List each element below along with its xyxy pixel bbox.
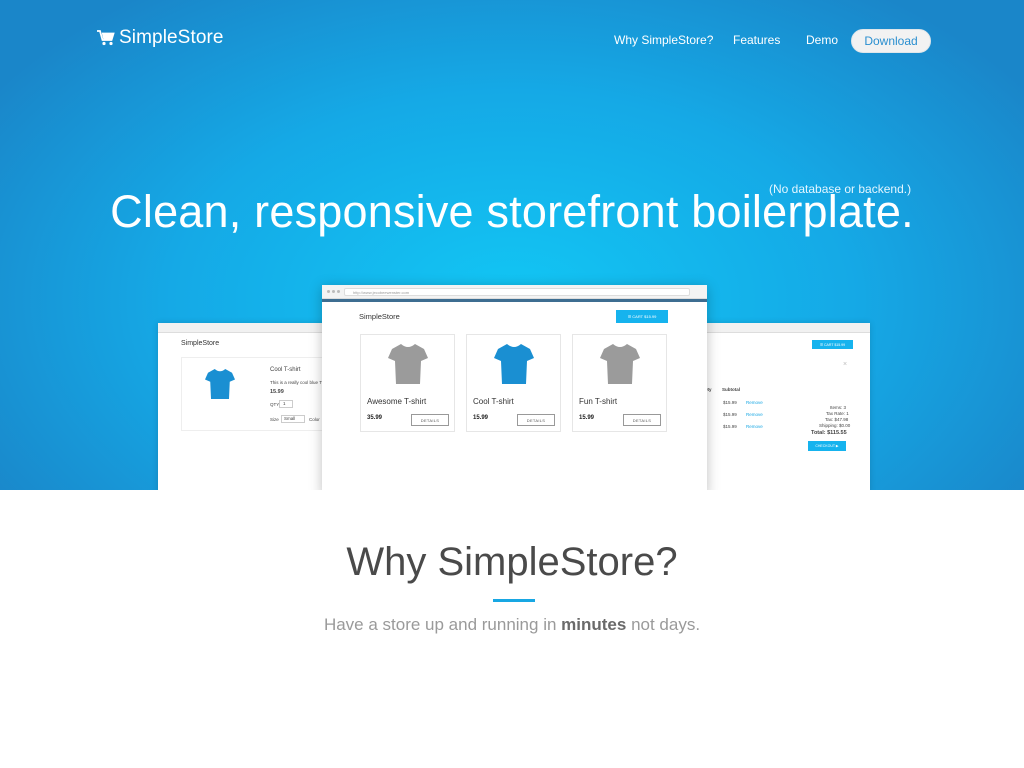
cart-shipping: Shipping: $0.00 — [819, 423, 851, 428]
nav-features[interactable]: Features — [733, 33, 780, 47]
preview-product-price: 15.99 — [270, 389, 284, 395]
preview-url-bar: http://www.jecobeewenster.com — [344, 288, 690, 296]
preview-cart-window: ☰ CART $15.99 × Qty Subtotal $15.99 Remo… — [700, 323, 870, 490]
browser-toolbar — [158, 323, 328, 333]
close-icon: × — [843, 361, 848, 368]
why-section-title: Why SimpleStore? — [346, 540, 678, 584]
browser-toolbar — [700, 323, 870, 333]
top-nav: Why SimpleStore? Features Demo Download — [0, 0, 1024, 80]
download-button[interactable]: Download — [851, 29, 931, 53]
browser-toolbar: http://www.jecobeewenster.com — [322, 285, 707, 299]
preview-size-label: Size — [270, 417, 279, 422]
tshirt-icon — [600, 344, 640, 384]
hero-headline: Clean, responsive storefront boilerplate… — [110, 186, 914, 237]
product-name: Awesome T-shirt — [367, 397, 427, 406]
preview-cart-button: ☰ CART $15.99 — [812, 340, 853, 349]
tshirt-shape — [388, 344, 428, 384]
nav-demo[interactable]: Demo — [806, 33, 838, 47]
tshirt-icon — [494, 344, 534, 384]
cart-tax-rate: Tax Rate: 1 — [826, 411, 849, 416]
tshirt-icon — [205, 369, 235, 399]
product-price: 35.99 — [367, 415, 383, 421]
cart-tax: Tax: $47.98 — [825, 417, 849, 422]
cart-total: Total: $115.55 — [811, 430, 847, 436]
product-name: Fun T-shirt — [579, 397, 618, 406]
preview-qty-label: QTY — [270, 402, 280, 407]
tagline-end: not days. — [626, 615, 701, 634]
window-dot-icon — [332, 290, 335, 293]
cart-items: Items: 3 — [830, 405, 847, 410]
product-price: 15.99 — [473, 415, 489, 421]
preview-product-name: Cool T-shirt — [270, 367, 301, 373]
cart-row-price: $15.99 — [723, 424, 737, 429]
preview-cart-button: ☰ CART $15.99 — [616, 310, 668, 323]
window-dot-icon — [327, 290, 330, 293]
window-dot-icon — [337, 290, 340, 293]
nav-why-simplestore[interactable]: Why SimpleStore? — [614, 33, 713, 47]
preview-store-title: SimpleStore — [359, 312, 400, 321]
product-card: Cool T-shirt 15.99 DETAILS — [466, 334, 561, 432]
preview-checkout-button: CHECKOUT ▶ — [808, 441, 846, 451]
product-details-button: DETAILS — [411, 414, 449, 426]
cart-col-subtotal: Subtotal — [722, 387, 740, 392]
title-underline — [493, 599, 535, 602]
tshirt-shape — [494, 344, 534, 384]
product-card: Awesome T-shirt 35.99 DETAILS — [360, 334, 455, 432]
cart-row-remove: Remove — [746, 412, 763, 417]
hero-section: SimpleStore Why SimpleStore? Features De… — [0, 0, 1024, 490]
tagline-start: Have a store up and running in — [323, 615, 562, 634]
tshirt-icon — [388, 344, 428, 384]
preview-color-label: Color — [309, 417, 320, 422]
preview-store-title: SimpleStore — [181, 340, 220, 347]
cart-row-price: $15.99 — [723, 400, 737, 405]
tshirt-shape — [600, 344, 640, 384]
preview-product-window: SimpleStore Cool T-shirt This is a reall… — [158, 323, 328, 490]
preview-storefront-window: http://www.jecobeewenster.com SimpleStor… — [322, 285, 707, 490]
cart-row-remove: Remove — [746, 400, 763, 405]
product-details-button: DETAILS — [623, 414, 661, 426]
cart-row-price: $15.99 — [723, 412, 737, 417]
product-price: 15.99 — [579, 415, 595, 421]
product-details-button: DETAILS — [517, 414, 555, 426]
why-tagline: Have a store up and running in minutes n… — [0, 615, 1024, 635]
preview-product-desc: This is a really cool blue T-sh — [270, 380, 328, 385]
preview-size-select: Small — [281, 415, 305, 423]
product-card: Fun T-shirt 15.99 DETAILS — [572, 334, 667, 432]
tagline-emphasis: minutes — [561, 615, 627, 634]
preview-qty-input: 1 — [279, 400, 293, 408]
preview-header-stripe — [322, 299, 707, 302]
product-name: Cool T-shirt — [473, 397, 514, 406]
cart-row-remove: Remove — [746, 424, 763, 429]
preview-product-detail: Cool T-shirt This is a really cool blue … — [181, 357, 328, 431]
